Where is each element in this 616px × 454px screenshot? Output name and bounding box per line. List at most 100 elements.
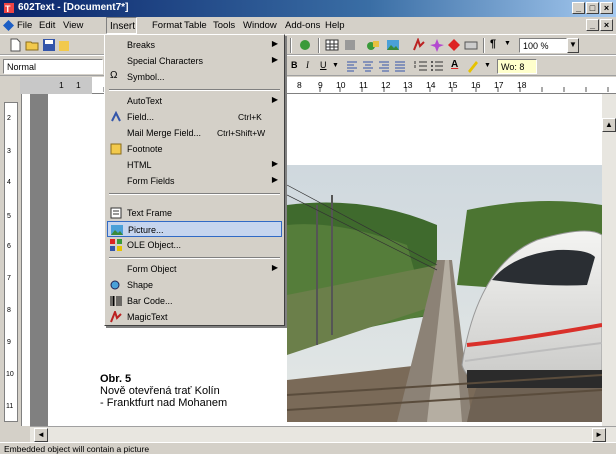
hyperlink-icon[interactable] bbox=[298, 38, 312, 52]
menu-file[interactable]: File bbox=[17, 20, 32, 31]
insert-menu: Breaks ▶ Special Characters ▶ Ω Symbol... A… bbox=[104, 34, 285, 326]
bold-icon[interactable]: B bbox=[291, 60, 298, 70]
align-left-icon[interactable] bbox=[345, 59, 359, 73]
menu-item-bar-code[interactable]: Bar Code... bbox=[107, 293, 282, 309]
menu-item-shortcut: Ctrl+Shift+W bbox=[217, 128, 266, 138]
submenu-arrow-icon: ▶ bbox=[271, 175, 278, 184]
doc-close-button[interactable]: × bbox=[600, 19, 613, 31]
style-select[interactable]: Normal bbox=[3, 59, 103, 74]
align-right-icon[interactable] bbox=[377, 59, 391, 73]
menu-edit[interactable]: Edit bbox=[39, 20, 55, 31]
menu-item-footnote[interactable]: Footnote bbox=[107, 141, 282, 157]
menu-item-shape[interactable]: Shape bbox=[107, 277, 282, 293]
menu-format[interactable]: Format bbox=[152, 20, 182, 31]
menu-table[interactable]: Table bbox=[184, 20, 207, 31]
underline-dropdown-icon[interactable]: ▼ bbox=[332, 62, 339, 69]
italic-icon[interactable]: I bbox=[306, 60, 309, 70]
diamond-icon[interactable] bbox=[447, 38, 461, 52]
vruler-label: 2 bbox=[7, 115, 11, 122]
menu-item-html[interactable]: HTML ▶ bbox=[107, 157, 282, 173]
columns-icon[interactable] bbox=[343, 38, 357, 52]
underline-icon[interactable]: U bbox=[320, 60, 327, 70]
bullets-icon[interactable] bbox=[430, 59, 444, 73]
doc-icon bbox=[3, 20, 14, 31]
menu-addons[interactable]: Add-ons bbox=[285, 20, 320, 31]
keyboard-icon[interactable] bbox=[464, 38, 478, 52]
menu-item-form-fields[interactable]: Form Fields ▶ bbox=[107, 173, 282, 189]
menu-item-autotext[interactable]: AutoText ▶ bbox=[107, 93, 282, 109]
save-as-icon[interactable] bbox=[58, 38, 72, 52]
menu-item-label: Symbol... bbox=[127, 72, 165, 82]
maximize-button[interactable]: □ bbox=[586, 2, 599, 14]
vruler-label: 5 bbox=[7, 213, 11, 220]
open-folder-icon[interactable] bbox=[25, 38, 39, 52]
train-picture[interactable] bbox=[287, 165, 602, 422]
vertical-scrollbar[interactable]: ▲ bbox=[602, 94, 616, 426]
minimize-button[interactable]: _ bbox=[572, 2, 585, 14]
vruler-label: 4 bbox=[7, 179, 11, 186]
pilcrow-dropdown-icon[interactable]: ▼ bbox=[504, 40, 511, 47]
vertical-ruler-track: 2 3 4 5 6 7 8 9 10 11 bbox=[4, 102, 18, 422]
menu-item-text-frame[interactable]: Text Frame bbox=[107, 205, 282, 221]
close-button[interactable]: × bbox=[600, 2, 613, 14]
menu-window[interactable]: Window bbox=[243, 20, 277, 31]
menu-item-label: Bar Code... bbox=[127, 296, 173, 306]
caption-line: Nově otevřená trať Kolín bbox=[100, 385, 220, 397]
menu-help[interactable]: Help bbox=[325, 20, 345, 31]
figure-caption: Obr. 5 Nově otevřená trať Kolín - Frankt… bbox=[100, 373, 227, 409]
table-icon[interactable] bbox=[325, 38, 339, 52]
new-document-icon[interactable] bbox=[8, 38, 22, 52]
menu-item-label: Form Fields bbox=[127, 176, 175, 186]
menu-item-picture[interactable]: Picture... bbox=[107, 221, 282, 237]
menu-insert[interactable]: Insert bbox=[106, 17, 137, 34]
menu-item-magictext[interactable]: MagicText bbox=[107, 309, 282, 325]
menu-tools[interactable]: Tools bbox=[213, 20, 235, 31]
sparkle-icon[interactable] bbox=[430, 38, 444, 52]
ole-icon bbox=[110, 239, 122, 251]
scroll-right-button[interactable]: ► bbox=[592, 428, 606, 442]
pilcrow-icon[interactable]: ¶ bbox=[490, 38, 496, 50]
horizontal-scrollbar[interactable]: ◄ ► bbox=[30, 426, 616, 442]
menu-item-field[interactable]: Field... Ctrl+K bbox=[107, 109, 282, 125]
caption-title: Obr. 5 bbox=[100, 373, 132, 385]
ruler-label: 12 bbox=[381, 80, 391, 90]
menu-item-label: Special Characters bbox=[127, 56, 204, 66]
zoom-dropdown-button[interactable]: ▼ bbox=[567, 38, 579, 53]
align-center-icon[interactable] bbox=[361, 59, 375, 73]
vruler-label: 9 bbox=[7, 339, 11, 346]
zoom-value: 100 % bbox=[523, 41, 549, 51]
zoom-select[interactable]: 100 % bbox=[519, 38, 567, 53]
omega-icon: Ω bbox=[110, 70, 118, 81]
menu-item-symbol[interactable]: Ω Symbol... bbox=[107, 69, 282, 85]
picture-insert-icon[interactable] bbox=[386, 38, 400, 52]
svg-text:T: T bbox=[5, 4, 11, 14]
submenu-arrow-icon: ▶ bbox=[271, 55, 278, 64]
width-field[interactable]: Wo: 8 bbox=[497, 59, 537, 74]
scroll-up-button[interactable]: ▲ bbox=[602, 118, 616, 132]
ruler-label: 17 bbox=[494, 80, 504, 90]
menu-item-ole-object[interactable]: OLE Object... bbox=[107, 237, 282, 253]
menu-item-special-characters[interactable]: Special Characters ▶ bbox=[107, 53, 282, 69]
submenu-arrow-icon: ▶ bbox=[271, 159, 278, 168]
save-icon[interactable] bbox=[42, 38, 56, 52]
highlight-icon[interactable] bbox=[466, 59, 480, 73]
font-color-icon[interactable]: A bbox=[451, 59, 458, 70]
shape-icon bbox=[110, 280, 120, 290]
menu-view[interactable]: View bbox=[63, 20, 83, 31]
magictext-icon bbox=[110, 311, 122, 323]
menu-bar: File Edit View Format Table Tools Window… bbox=[0, 17, 616, 34]
menu-item-breaks[interactable]: Breaks ▶ bbox=[107, 37, 282, 53]
scroll-left-button[interactable]: ◄ bbox=[34, 428, 48, 442]
submenu-arrow-icon: ▶ bbox=[271, 39, 278, 48]
justify-icon[interactable] bbox=[393, 59, 407, 73]
magictext-toolbar-icon[interactable] bbox=[412, 38, 426, 52]
ruler-label: 8 bbox=[297, 80, 302, 90]
width-value: Wo: 8 bbox=[501, 62, 525, 72]
numbering-icon[interactable] bbox=[414, 59, 428, 73]
doc-minimize-button[interactable]: _ bbox=[586, 19, 599, 31]
highlight-dropdown-icon[interactable]: ▼ bbox=[484, 62, 491, 69]
menu-item-form-object[interactable]: Form Object ▶ bbox=[107, 261, 282, 277]
drawing-icon[interactable] bbox=[366, 38, 380, 52]
menu-item-mail-merge-field[interactable]: Mail Merge Field... Ctrl+Shift+W bbox=[107, 125, 282, 141]
menu-item-label: Text Frame bbox=[127, 208, 173, 218]
